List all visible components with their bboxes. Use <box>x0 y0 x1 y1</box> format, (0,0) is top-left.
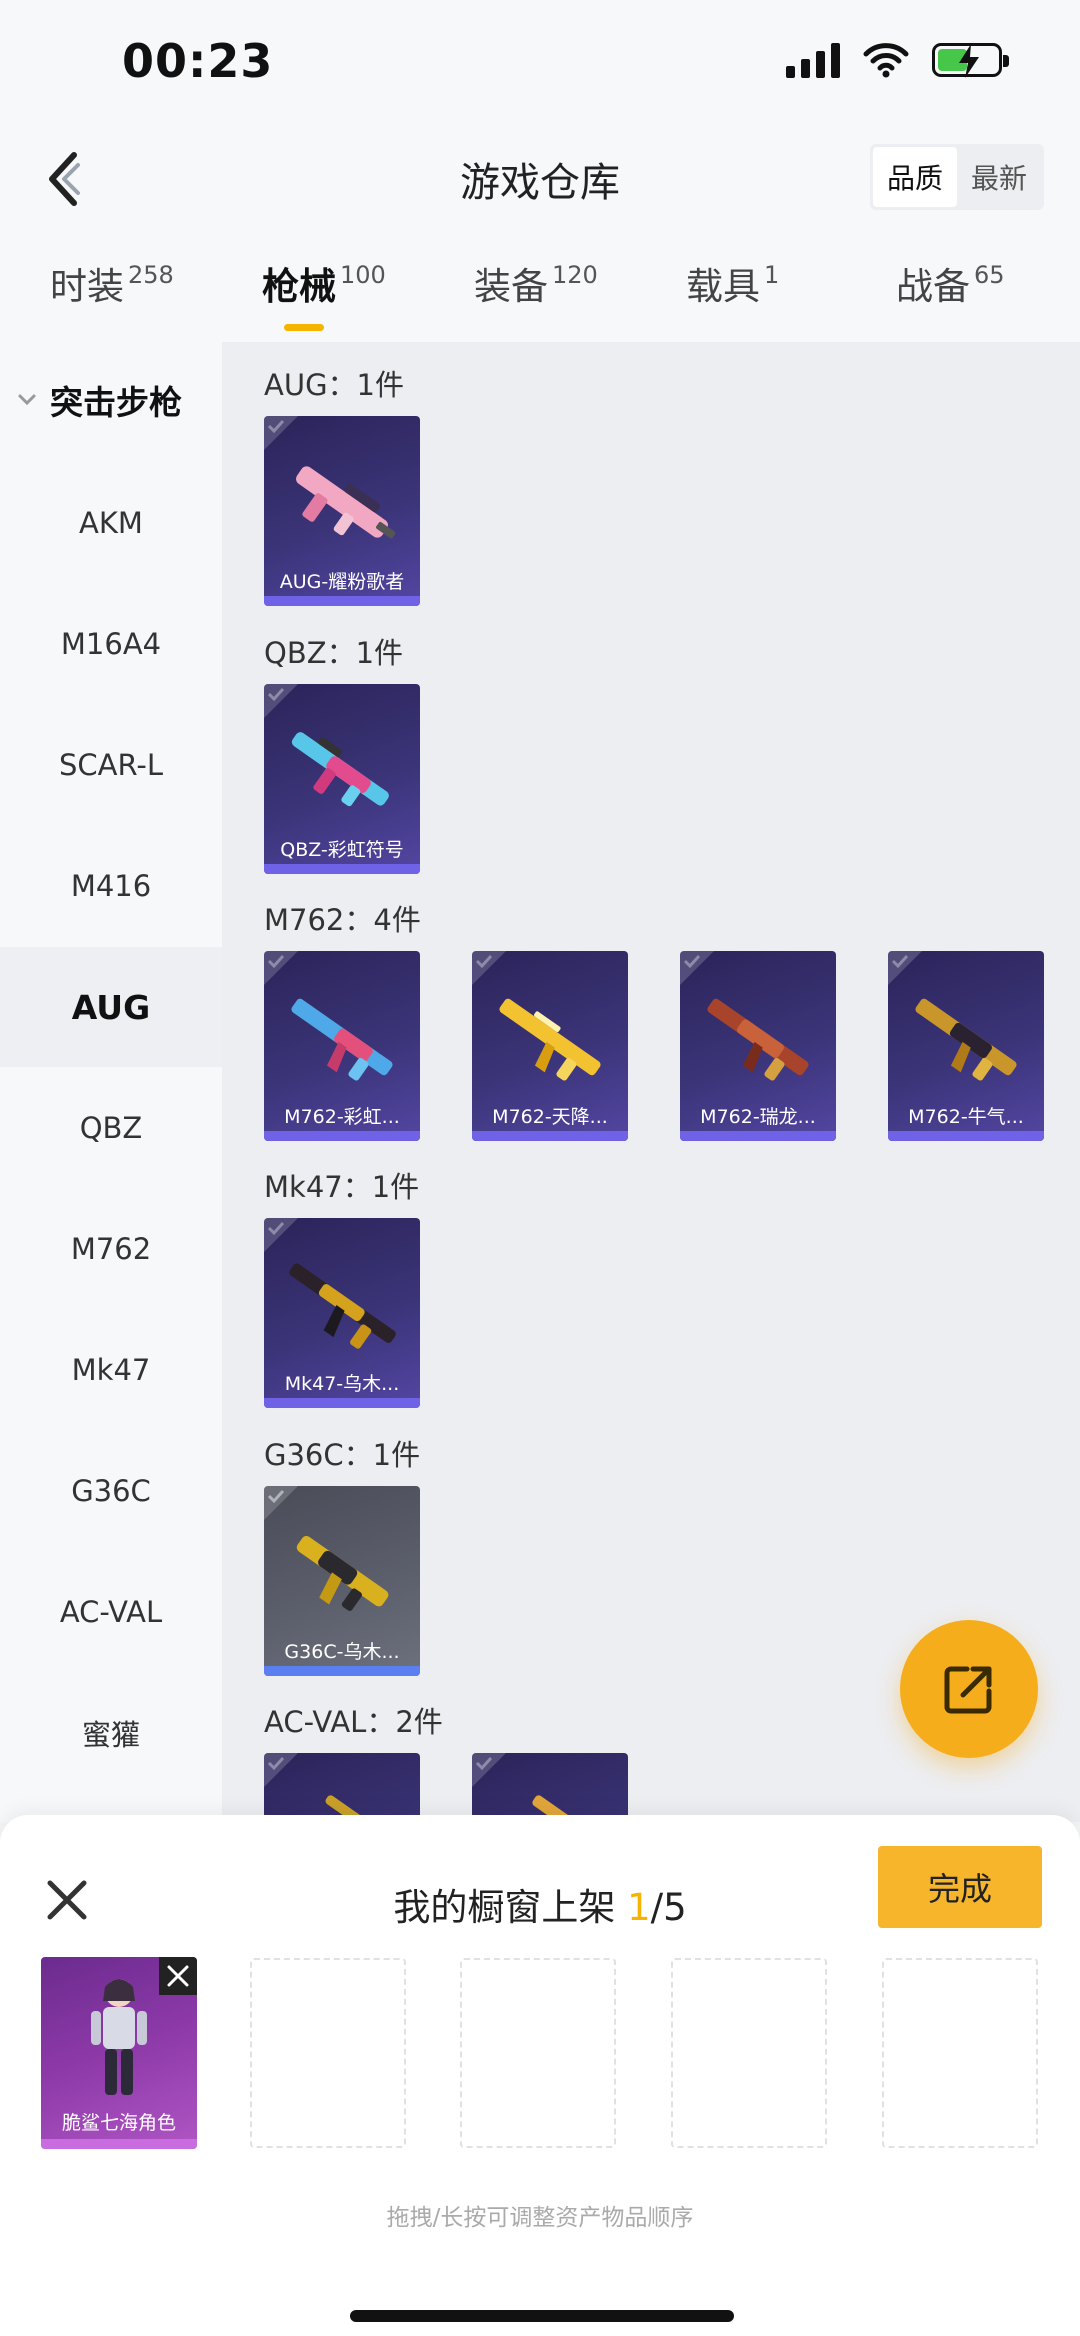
rifle-skin-image <box>291 732 389 807</box>
sort-option-quality[interactable]: 品质 <box>872 147 957 207</box>
sidebar-item-scar-l[interactable]: SCAR-L <box>0 705 222 825</box>
reorder-hint: 拖拽/长按可调整资产物品顺序 <box>386 2205 694 2231</box>
group-title-qbz: QBZ：1件 <box>264 636 404 670</box>
item-card[interactable]: M762-天降... <box>472 951 628 1141</box>
wifi-icon <box>863 43 909 78</box>
status-icons <box>786 42 1009 78</box>
item-card[interactable]: AUG-耀粉歌者 <box>264 416 420 606</box>
header: 游戏仓库 品质 最新 <box>0 130 1080 250</box>
tab-active-indicator <box>284 324 324 331</box>
item-card[interactable] <box>264 1753 420 1822</box>
weapon-sidebar: 突击步枪 AKM M16A4 SCAR-L M416 AUG QBZ M762 … <box>0 342 222 1822</box>
group-title-ac-val: AC-VAL：2件 <box>264 1705 443 1739</box>
check-icon <box>891 954 909 969</box>
check-icon <box>475 1756 493 1771</box>
done-button[interactable]: 完成 <box>878 1846 1042 1928</box>
check-icon <box>267 419 285 434</box>
group-title-mk47: Mk47：1件 <box>264 1170 420 1204</box>
category-header-assault-rifles[interactable]: 突击步枪 <box>0 370 222 430</box>
rifle-skin-image <box>291 998 393 1081</box>
showcase-slot-1[interactable]: 脆鲨七海角色 <box>41 1957 197 2149</box>
item-card[interactable]: G36C-乌木... <box>264 1486 420 1676</box>
rifle-skin-image <box>296 466 396 539</box>
check-icon <box>267 954 285 969</box>
home-indicator <box>350 2310 734 2322</box>
sidebar-item-mk47[interactable]: Mk47 <box>0 1310 222 1430</box>
group-title-aug: AUG：1件 <box>264 368 404 402</box>
sidebar-item-qbz[interactable]: QBZ <box>0 1068 222 1188</box>
item-card[interactable]: M762-牛气... <box>888 951 1044 1141</box>
showcase-slot-4[interactable] <box>671 1958 827 2148</box>
category-tabs: 时装 258 枪械 100 装备 120 载具 1 战备 65 <box>0 250 1080 342</box>
check-icon <box>267 687 285 702</box>
item-card[interactable]: M762-彩虹... <box>264 951 420 1141</box>
status-time: 00:23 <box>122 34 274 88</box>
item-card[interactable] <box>472 1753 628 1822</box>
sidebar-item-m762[interactable]: M762 <box>0 1189 222 1309</box>
showcase-slot-3[interactable] <box>460 1958 616 2148</box>
rifle-skin-image <box>707 998 809 1081</box>
signal-icon <box>786 42 840 78</box>
chevron-down-icon <box>18 394 36 406</box>
item-card[interactable]: Mk47-乌木... <box>264 1218 420 1408</box>
group-title-m762: M762：4件 <box>264 903 421 937</box>
tab-vehicles[interactable]: 载具 1 <box>686 256 779 310</box>
rifle-skin-image <box>289 1263 396 1349</box>
sidebar-item-m16a4[interactable]: M16A4 <box>0 584 222 704</box>
app-root: 00:23 游戏仓库 品质 最新 时装 258 枪械 100 装备 120 载具… <box>0 0 1080 2336</box>
sidebar-item-m416[interactable]: M416 <box>0 826 222 946</box>
group-title-g36c: G36C：1件 <box>264 1438 421 1472</box>
tab-costume[interactable]: 时装 258 <box>50 256 174 310</box>
battery-icon <box>932 43 1009 78</box>
sort-toggle: 品质 最新 <box>869 144 1044 210</box>
tab-firearms[interactable]: 枪械 100 <box>262 256 386 331</box>
sidebar-item-ac-val[interactable]: AC-VAL <box>0 1552 222 1672</box>
sort-option-newest[interactable]: 最新 <box>957 147 1041 207</box>
check-icon <box>683 954 701 969</box>
item-card[interactable]: QBZ-彩虹符号 <box>264 684 420 874</box>
share-button[interactable] <box>900 1620 1038 1758</box>
sidebar-item-g36c[interactable]: G36C <box>0 1431 222 1551</box>
tab-combat-prep[interactable]: 战备 65 <box>896 256 1005 310</box>
item-card[interactable]: M762-瑞龙... <box>680 951 836 1141</box>
status-bar: 00:23 <box>0 0 1080 130</box>
close-icon <box>167 1965 189 1987</box>
external-link-icon <box>944 1666 992 1714</box>
sidebar-item-aug[interactable]: AUG <box>0 947 222 1067</box>
sidebar-item-honey-badger[interactable]: 蜜獾 <box>0 1673 222 1793</box>
showcase-slot-2[interactable] <box>250 1958 406 2148</box>
sidebar-item-akm[interactable]: AKM <box>0 463 222 583</box>
showcase-count: 1 <box>627 1886 651 1929</box>
check-icon <box>267 1489 285 1504</box>
check-icon <box>475 954 493 969</box>
rifle-skin-image <box>499 998 601 1081</box>
showcase-sheet: 我的橱窗上架 1/5 完成 脆鲨七海角色 拖拽/长按可调整资产物品顺序 <box>0 1815 1080 2336</box>
character-image <box>91 1979 147 2095</box>
rifle-skin-image <box>296 1535 389 1611</box>
check-icon <box>267 1756 285 1771</box>
rifle-skin-image <box>915 998 1017 1081</box>
inventory-content: AUG：1件 AUG-耀粉歌者 QBZ：1件 QBZ-彩虹符号 M762：4件 … <box>222 342 1080 1822</box>
remove-slot-button[interactable] <box>159 1957 197 1995</box>
tab-equipment[interactable]: 装备 120 <box>474 256 598 310</box>
showcase-slot-5[interactable] <box>882 1958 1038 2148</box>
check-icon <box>267 1221 285 1236</box>
